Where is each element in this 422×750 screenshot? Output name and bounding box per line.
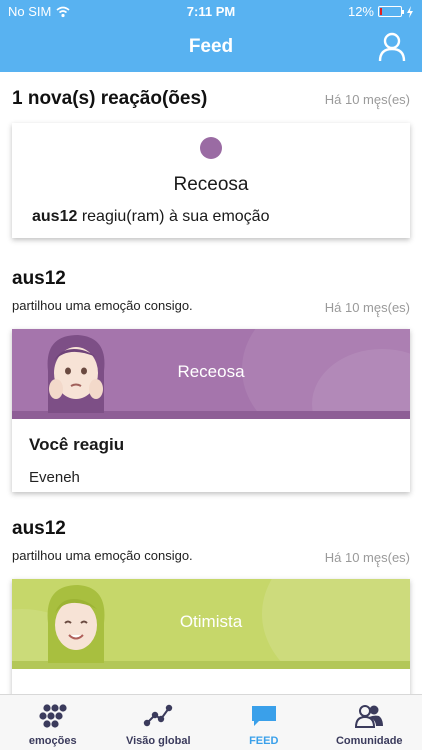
emotion-banner-label: Otimista: [179, 612, 243, 631]
grapes-icon: [39, 704, 67, 728]
reaction-title: Você reagiu: [29, 435, 125, 454]
post-header: aus12 partilhou uma emoção consigo. Há 1…: [12, 268, 410, 316]
emotion-banner-label: Receosa: [177, 362, 245, 381]
reactions-time-ago: Há 10 mę̨s(es): [324, 92, 410, 107]
reaction-message: reagiu(ram) à sua emoção: [77, 208, 270, 225]
charging-bolt-icon: [407, 5, 413, 18]
people-icon: [355, 705, 384, 728]
person-icon: [378, 32, 406, 62]
tab-label: FEED: [249, 735, 279, 747]
tab-feed[interactable]: FEED: [211, 695, 317, 750]
emotion-color-dot: [200, 137, 222, 159]
tab-label: emoções: [28, 735, 77, 747]
emotion-post-card[interactable]: Otimista: [12, 579, 410, 694]
emotion-post-card[interactable]: Receosa Você reagiu Eveneh: [12, 329, 410, 492]
reactor-name[interactable]: Eveneh: [29, 469, 80, 486]
reactions-title: 1 nova(s) reação(ões): [12, 88, 208, 109]
reaction-emotion-label: Receosa: [173, 174, 249, 195]
emotion-banner: Otimista: [12, 579, 410, 669]
status-bar: No SIM 7:11 PM 12%: [0, 0, 422, 24]
app-header: No SIM 7:11 PM 12% Feed: [0, 0, 422, 72]
reactions-header: 1 nova(s) reação(ões) Há 10 mę̨s(es): [12, 88, 410, 112]
page-title: Feed: [188, 36, 234, 57]
tab-label: Comunidade: [335, 735, 403, 747]
tab-label: Visão global: [125, 735, 191, 747]
reaction-text: aus12 reagiu(ram) à sua emoção: [32, 208, 269, 226]
battery-percent: 12%: [347, 4, 374, 19]
chat-bubble-icon: [251, 706, 276, 726]
graph-icon: [144, 704, 173, 727]
reaction-user[interactable]: aus12: [32, 208, 77, 225]
tab-bar: emoções Visão global FEED Comunidade: [0, 694, 422, 750]
post-user[interactable]: aus12: [12, 268, 410, 290]
post-time-ago: Há 10 mę̨s(es): [324, 550, 410, 565]
profile-button[interactable]: [378, 32, 406, 62]
emotion-banner: Receosa: [12, 329, 410, 419]
battery-icon: [378, 6, 404, 17]
reaction-card[interactable]: Receosa aus12 reagiu(ram) à sua emoção: [12, 123, 410, 238]
post-header: aus12 partilhou uma emoção consigo. Há 1…: [12, 518, 410, 566]
tab-comunidade[interactable]: Comunidade: [317, 695, 422, 750]
battery-status: 12%: [348, 4, 414, 19]
tab-visao-global[interactable]: Visão global: [106, 695, 212, 750]
post-user[interactable]: aus12: [12, 518, 410, 540]
tab-emocoes[interactable]: emoções: [0, 695, 106, 750]
feed-list[interactable]: 1 nova(s) reação(ões) Há 10 mę̨s(es) Rec…: [0, 72, 422, 694]
post-time-ago: Há 10 mę̨s(es): [324, 300, 410, 315]
